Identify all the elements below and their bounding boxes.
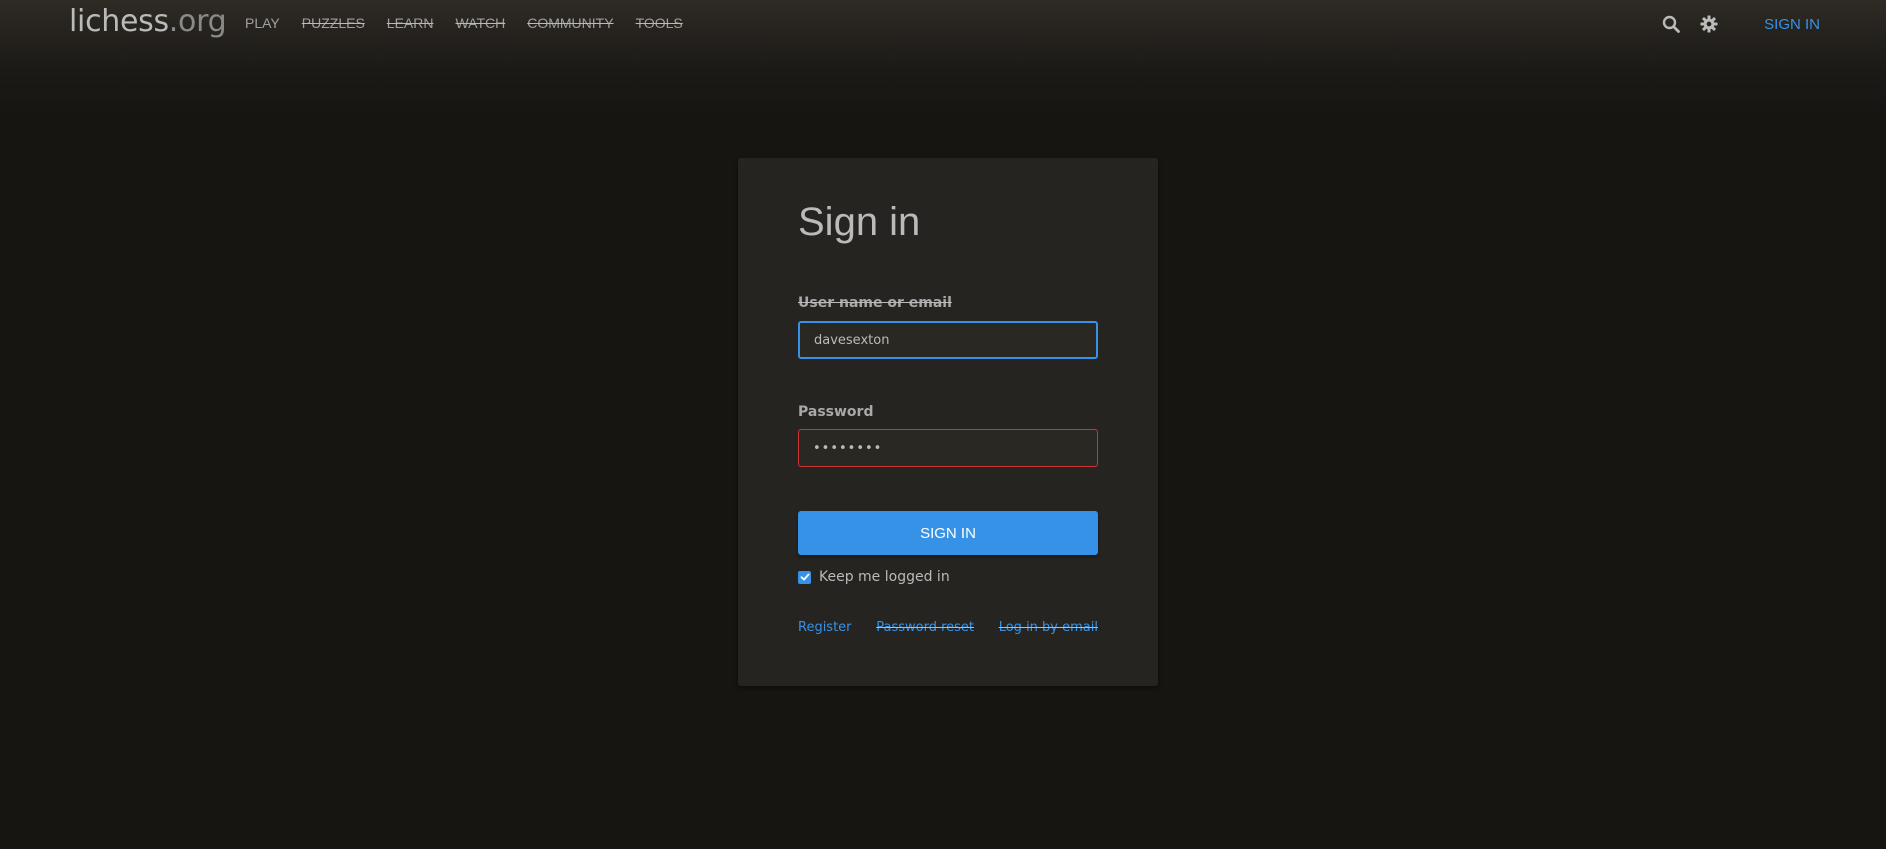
check-icon	[800, 573, 810, 581]
header-actions: SIGN IN	[1660, 13, 1820, 35]
nav-item-puzzles[interactable]: PUZZLES	[302, 15, 365, 31]
main-nav: PLAY PUZZLES LEARN WATCH COMMUNITY TOOLS	[245, 15, 705, 31]
sign-in-card: Sign in User name or email Password SIGN…	[738, 158, 1158, 686]
register-link[interactable]: Register	[798, 620, 852, 635]
remember-me-checkbox[interactable]	[798, 570, 811, 584]
page-title: Sign in	[798, 200, 921, 244]
search-icon[interactable]	[1660, 13, 1682, 35]
logo-text: lichess	[69, 4, 169, 39]
nav-item-tools[interactable]: TOOLS	[636, 15, 683, 31]
nav-item-community[interactable]: COMMUNITY	[527, 15, 613, 31]
nav-item-learn[interactable]: LEARN	[387, 15, 434, 31]
password-reset-link[interactable]: Password reset	[876, 620, 974, 635]
remember-me: Keep me logged in	[798, 569, 950, 585]
site-logo[interactable]: lichess.org	[69, 4, 227, 39]
header-sign-in-link[interactable]: SIGN IN	[1764, 16, 1820, 33]
page: lichess.org PLAY PUZZLES LEARN WATCH COM…	[0, 0, 1886, 849]
site-header: lichess.org PLAY PUZZLES LEARN WATCH COM…	[0, 0, 1886, 50]
logo-suffix: .org	[168, 4, 227, 39]
gear-icon[interactable]	[1698, 13, 1720, 35]
password-label: Password	[798, 404, 874, 420]
login-by-email-link[interactable]: Log in by email	[999, 620, 1098, 635]
username-label: User name or email	[798, 295, 952, 311]
nav-item-play[interactable]: PLAY	[245, 15, 280, 31]
username-field[interactable]	[798, 321, 1098, 359]
auth-links: Register Password reset Log in by email	[798, 620, 1098, 635]
password-field[interactable]	[798, 429, 1098, 467]
nav-item-watch[interactable]: WATCH	[455, 15, 505, 31]
remember-me-label[interactable]: Keep me logged in	[819, 569, 950, 585]
sign-in-button[interactable]: SIGN IN	[798, 511, 1098, 555]
